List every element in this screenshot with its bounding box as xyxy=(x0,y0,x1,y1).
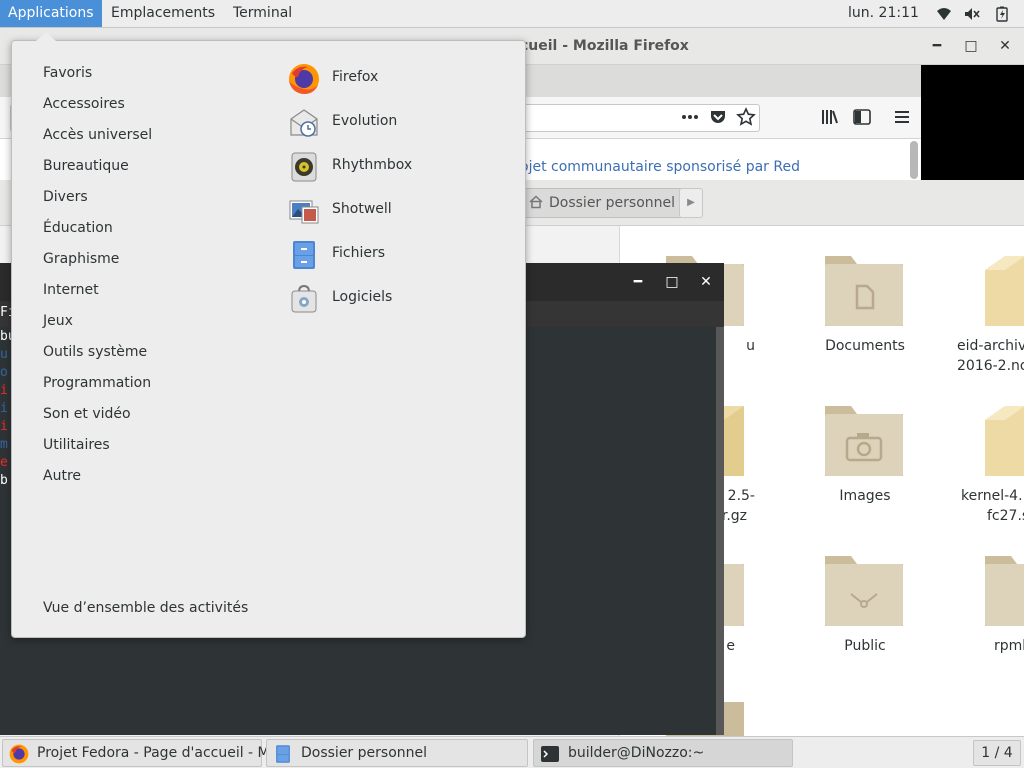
task-firefox[interactable]: Projet Fedora - Page d'accueil - Mo... xyxy=(2,739,291,767)
category-son-et-video[interactable]: Son et vidéo xyxy=(43,406,131,422)
app-label: Firefox xyxy=(332,69,379,85)
terminal-app-menu-button[interactable]: Terminal xyxy=(225,0,300,27)
folder-public-icon[interactable] xyxy=(823,548,905,630)
category-internet[interactable]: Internet xyxy=(43,282,99,298)
pocket-icon[interactable] xyxy=(708,107,728,127)
applications-menu-button[interactable]: Applications xyxy=(0,0,102,27)
app-item-evolution[interactable]: Evolution xyxy=(288,103,518,143)
category-programmation[interactable]: Programmation xyxy=(43,375,151,391)
rhythmbox-icon xyxy=(291,152,317,182)
folder-icon[interactable] xyxy=(983,548,1024,630)
hamburger-menu-icon[interactable] xyxy=(892,107,912,127)
app-item-rhythmbox[interactable]: Rhythmbox xyxy=(288,147,518,187)
firefox-window-title: cueil - Mozilla Firefox xyxy=(520,38,689,54)
category-divers[interactable]: Divers xyxy=(43,189,88,205)
category-favoris[interactable]: Favoris xyxy=(43,65,92,81)
firefox-icon xyxy=(9,744,29,764)
file-label: kernel-4.1 xyxy=(961,488,1024,504)
app-item-shotwell[interactable]: Shotwell xyxy=(288,191,518,231)
terminal-scrollbar[interactable] xyxy=(716,327,724,735)
dark-area xyxy=(921,65,1024,181)
task-terminal[interactable]: builder@DiNozzo:~ xyxy=(533,739,793,767)
task-files[interactable]: Dossier personnel xyxy=(266,739,528,767)
firefox-scrollbar[interactable] xyxy=(910,141,918,179)
home-icon xyxy=(529,195,543,209)
clock[interactable]: lun. 21:11 xyxy=(848,0,919,27)
task-label: Projet Fedora - Page d'accueil - Mo... xyxy=(37,745,292,761)
file-label: rpmb xyxy=(994,638,1024,654)
applications-menu: Favoris Accessoires Accès universel Bure… xyxy=(11,40,526,638)
app-label: Rhythmbox xyxy=(332,157,413,173)
category-acces-universel[interactable]: Accès universel xyxy=(43,127,152,143)
wifi-icon[interactable] xyxy=(936,6,952,22)
package-icon[interactable] xyxy=(983,248,1024,330)
category-utilitaires[interactable]: Utilitaires xyxy=(43,437,110,453)
maximize-button[interactable]: □ xyxy=(662,272,682,292)
file-label: Images xyxy=(839,488,891,504)
task-label: Dossier personnel xyxy=(301,745,428,761)
category-graphisme[interactable]: Graphisme xyxy=(43,251,119,267)
category-education[interactable]: Éducation xyxy=(43,220,113,236)
sidebar-icon[interactable] xyxy=(852,107,872,127)
app-label: Shotwell xyxy=(332,201,392,217)
file-label: fc27.sr xyxy=(987,508,1024,524)
page-link[interactable]: ojet communautaire sponsorisé par Red xyxy=(520,159,800,175)
minimize-button[interactable]: ━ xyxy=(628,272,648,292)
volume-muted-icon[interactable] xyxy=(964,6,980,22)
bottom-taskbar: Projet Fedora - Page d'accueil - Mo... D… xyxy=(0,736,1024,768)
bookmark-star-icon[interactable] xyxy=(736,107,756,127)
app-item-logiciels[interactable]: Logiciels xyxy=(288,279,518,319)
breadcrumb-label: Dossier personnel xyxy=(549,195,676,211)
folder-documents-icon[interactable] xyxy=(823,248,905,330)
minimize-button[interactable]: ━ xyxy=(927,36,947,56)
evolution-icon xyxy=(290,109,318,137)
app-label: Evolution xyxy=(332,113,398,129)
terminal-icon xyxy=(541,746,559,762)
file-label: Documents xyxy=(825,338,905,354)
app-item-fichiers[interactable]: Fichiers xyxy=(288,235,518,275)
firefox-icon xyxy=(289,64,319,94)
files-icon xyxy=(293,241,315,269)
category-bureautique[interactable]: Bureautique xyxy=(43,158,129,174)
places-menu-button[interactable]: Emplacements xyxy=(103,0,223,27)
category-outils-systeme[interactable]: Outils système xyxy=(43,344,147,360)
file-label: 2016-2.no xyxy=(957,358,1024,374)
app-item-firefox[interactable]: Firefox xyxy=(288,59,518,99)
page-actions-icon[interactable] xyxy=(680,107,700,127)
top-bar: Applications Emplacements Terminal lun. … xyxy=(0,0,1024,28)
battery-icon[interactable] xyxy=(994,6,1010,22)
package-icon[interactable] xyxy=(983,398,1024,480)
folder-pictures-icon[interactable] xyxy=(823,398,905,480)
software-icon xyxy=(291,284,317,313)
maximize-button[interactable]: □ xyxy=(961,36,981,56)
menu-pointer xyxy=(36,32,56,41)
category-jeux[interactable]: Jeux xyxy=(43,313,73,329)
app-label: Logiciels xyxy=(332,289,393,305)
file-label: Public xyxy=(844,638,886,654)
workspace-switcher[interactable]: 1 / 4 xyxy=(973,740,1021,766)
app-label: Fichiers xyxy=(332,245,386,261)
library-icon[interactable] xyxy=(820,107,840,127)
close-button[interactable]: ✕ xyxy=(696,272,716,292)
task-label: builder@DiNozzo:~ xyxy=(568,745,705,761)
activities-overview-item[interactable]: Vue d’ensemble des activités xyxy=(43,600,248,616)
category-autre[interactable]: Autre xyxy=(43,468,81,484)
shotwell-icon xyxy=(289,200,319,224)
files-icon xyxy=(276,745,290,763)
breadcrumb-forward-button[interactable]: ▶ xyxy=(679,188,703,218)
file-label: eid-archiv xyxy=(957,338,1024,354)
category-accessoires[interactable]: Accessoires xyxy=(43,96,125,112)
close-button[interactable]: ✕ xyxy=(995,36,1015,56)
breadcrumb[interactable]: Dossier personnel xyxy=(520,188,687,218)
